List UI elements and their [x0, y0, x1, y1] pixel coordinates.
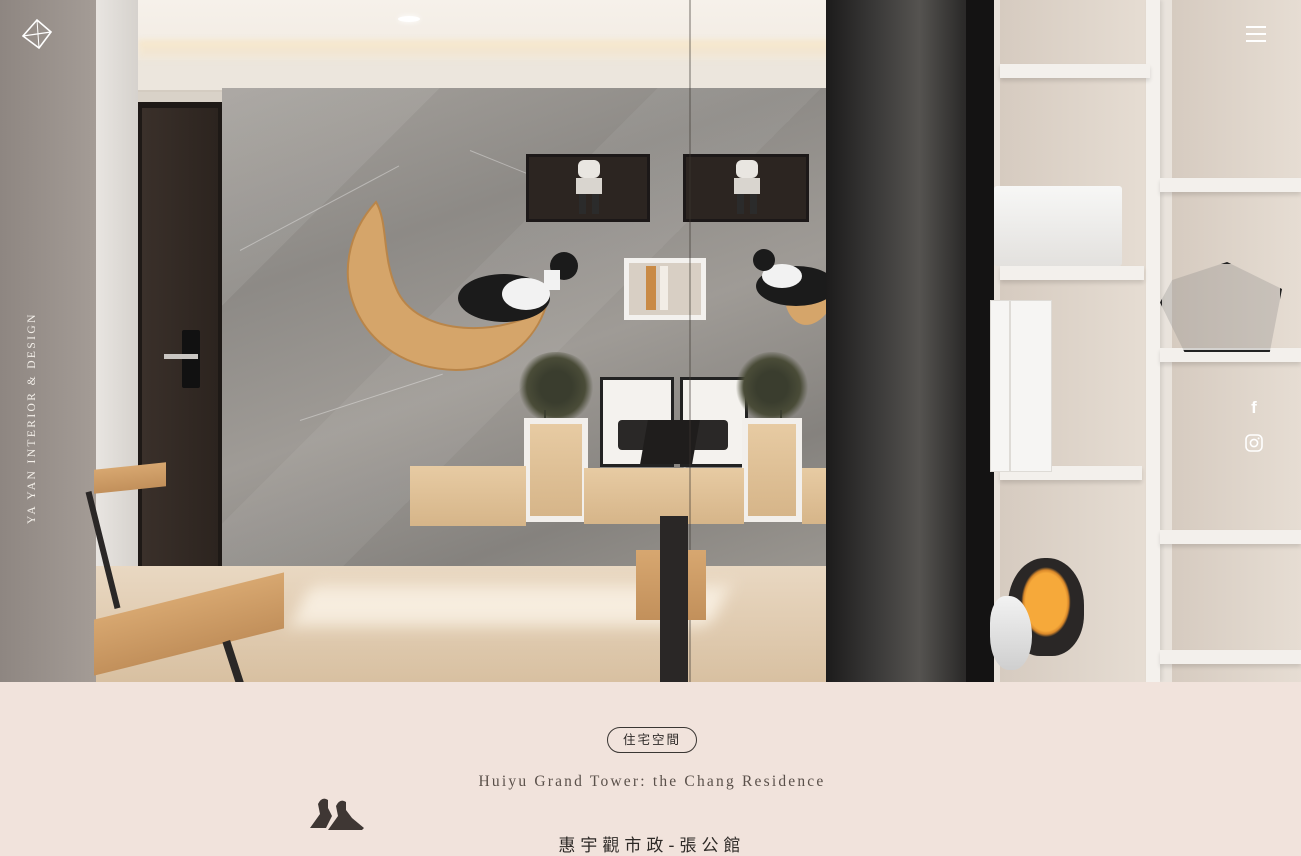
floating-console: [410, 466, 526, 526]
project-info-section: 住宅空間 Huiyu Grand Tower: the Chang Reside…: [0, 682, 1301, 856]
figurine: [576, 160, 602, 214]
shelf-board: [1160, 530, 1301, 544]
instagram-icon[interactable]: [1244, 433, 1264, 453]
chair-back: [660, 516, 688, 682]
hanging-plant: [516, 352, 596, 422]
white-binder: [1010, 300, 1052, 472]
moon-reflection: [753, 249, 832, 325]
diamond-logo-icon[interactable]: [22, 19, 52, 49]
cabinet-wood-inner: [748, 424, 796, 516]
shelf-board: [1000, 266, 1144, 280]
white-binder: [990, 300, 1010, 472]
cat-on-moon: [458, 252, 578, 322]
figurine: [734, 160, 760, 214]
shelf-board: [1000, 64, 1150, 78]
project-title-en: Huiyu Grand Tower: the Chang Residence: [478, 773, 826, 790]
cabinet-wood-inner: [530, 424, 582, 516]
left-wall: [0, 0, 96, 682]
hanging-plant: [734, 352, 810, 422]
shelf-board: [1160, 178, 1301, 192]
project-title-zh: 惠宇觀市政-張公館: [558, 836, 746, 856]
people-figures-icon: [310, 798, 364, 830]
facebook-icon[interactable]: f: [1244, 398, 1264, 418]
brand-vertical-text: YA YAN INTERIOR & DESIGN: [26, 312, 38, 524]
book-spine: [660, 266, 668, 310]
ceiling-downlight: [398, 16, 420, 22]
entrance-door: [142, 108, 218, 566]
category-tag[interactable]: 住宅空間: [607, 727, 697, 753]
hamburger-menu-icon[interactable]: [1246, 26, 1266, 42]
book-spine: [646, 266, 656, 310]
storage-basket: [994, 186, 1122, 266]
door-lock: [182, 330, 200, 388]
hero-photo: [0, 0, 1301, 682]
shelf-upright: [1146, 0, 1160, 682]
ceiling-light-strip: [138, 40, 838, 60]
door-handle: [164, 354, 198, 359]
shelf-board: [1160, 650, 1301, 664]
